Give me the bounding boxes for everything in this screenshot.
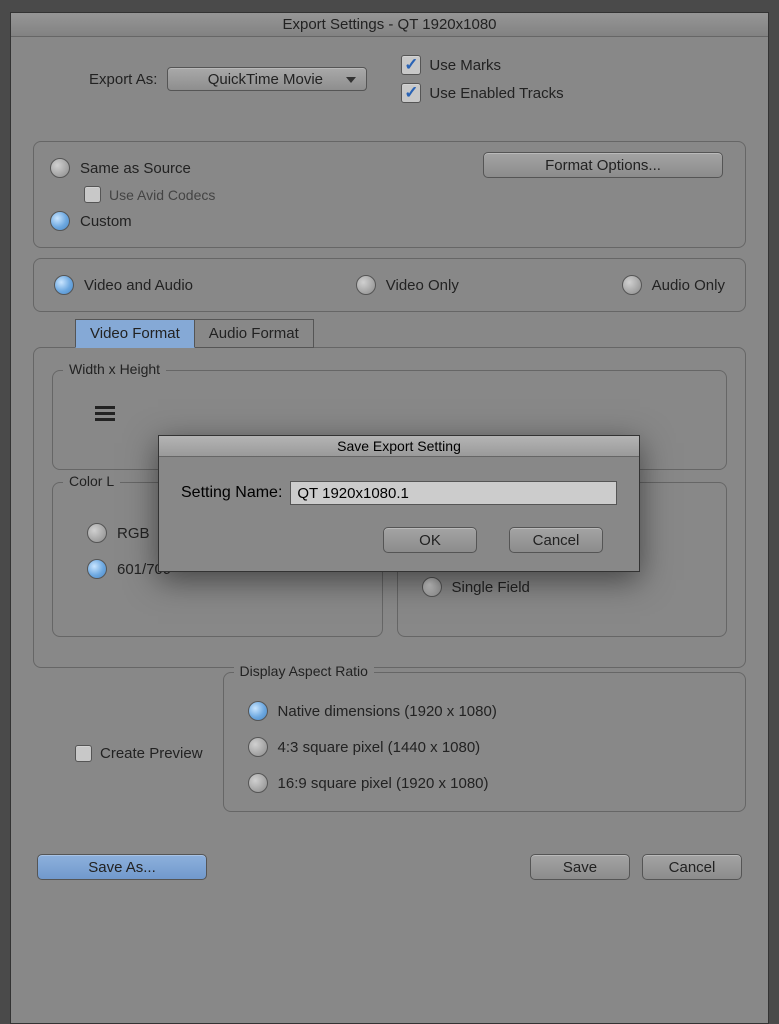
setting-name-label: Setting Name: xyxy=(181,484,282,502)
dialog-cancel-button[interactable]: Cancel xyxy=(509,527,603,553)
dialog-ok-button[interactable]: OK xyxy=(383,527,477,553)
setting-name-input[interactable] xyxy=(290,481,617,505)
dialog-overlay: Save Export Setting Setting Name: OK Can… xyxy=(0,0,779,1024)
dialog-title: Save Export Setting xyxy=(159,436,639,457)
save-export-setting-dialog: Save Export Setting Setting Name: OK Can… xyxy=(158,435,640,572)
tab-video-format[interactable]: Video Format xyxy=(75,319,195,348)
